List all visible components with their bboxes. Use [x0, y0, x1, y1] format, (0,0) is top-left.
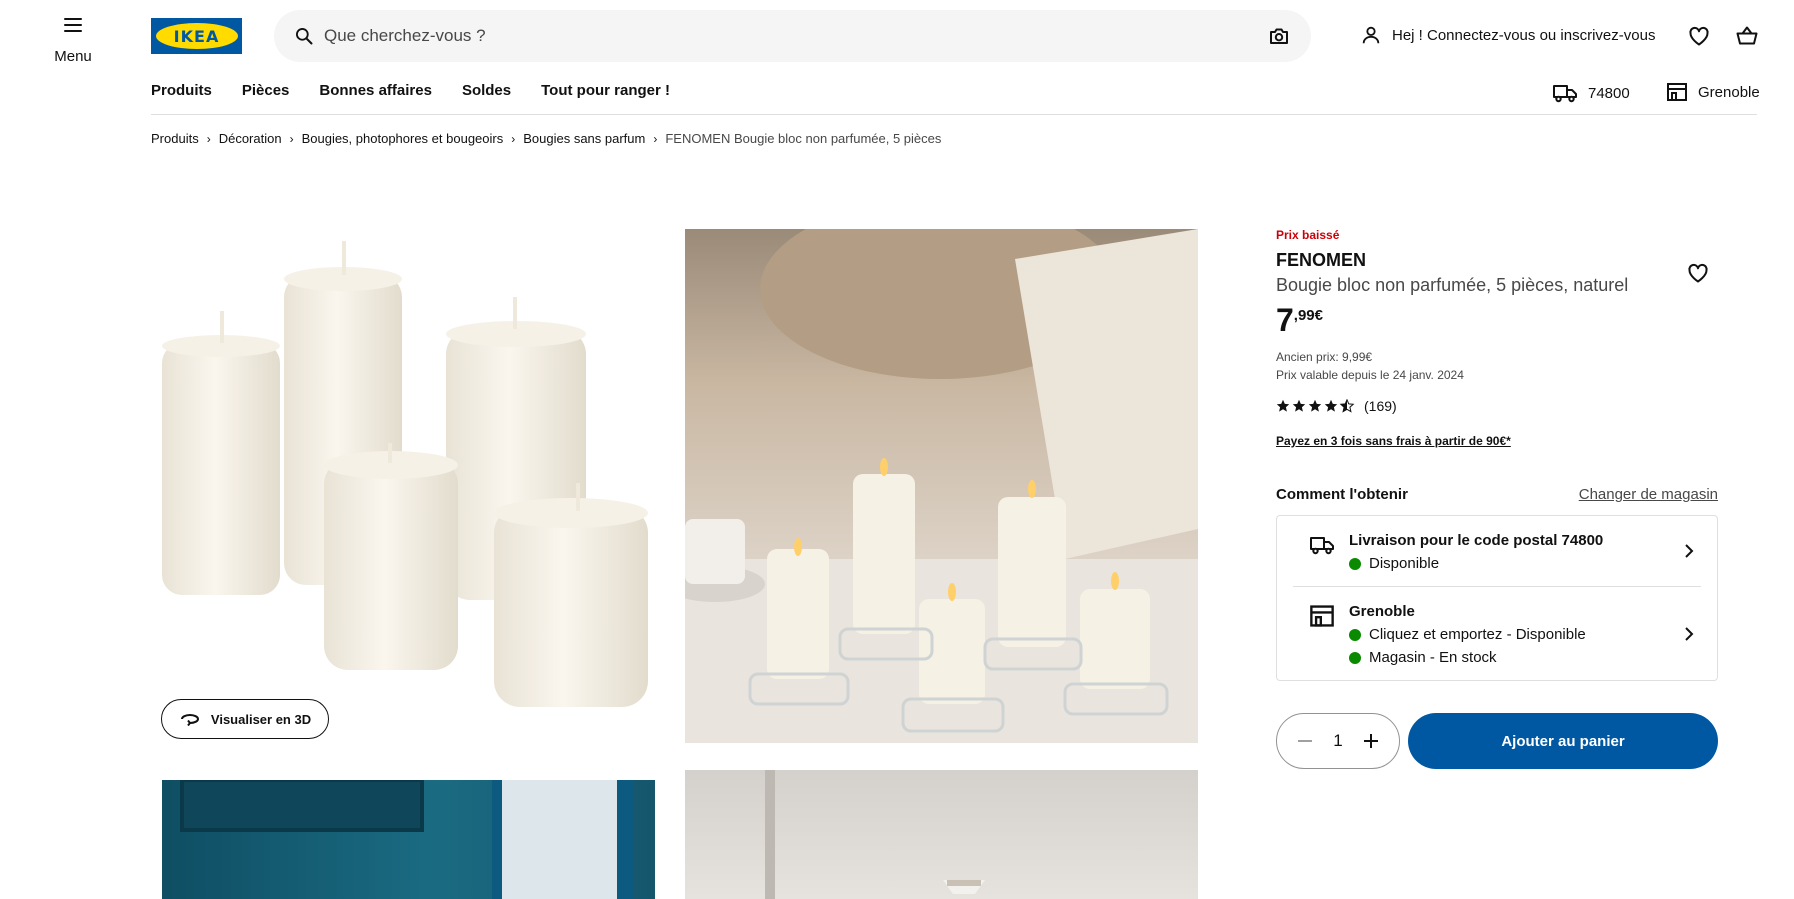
account-link[interactable]: Hej ! Connectez-vous ou inscrivez-vous	[1360, 24, 1655, 46]
price-badge: Prix baissé	[1276, 228, 1340, 242]
user-icon	[1362, 26, 1380, 44]
chevron-right-icon	[1685, 544, 1694, 558]
chevron-right-icon: ›	[289, 131, 294, 146]
price-integer: 7	[1276, 302, 1294, 338]
rating[interactable]: (169)	[1276, 398, 1718, 414]
chevron-right-icon: ›	[653, 131, 658, 146]
product-price: 7 ,99€	[1276, 304, 1718, 336]
search-bar	[274, 10, 1311, 62]
old-price: Ancien prix: 9,99€	[1276, 350, 1373, 364]
in-store-text: Magasin - En stock	[1369, 649, 1497, 666]
nav-item-soldes[interactable]: Soldes	[462, 82, 511, 99]
chevron-right-icon	[1685, 626, 1694, 641]
fulfillment-title: Comment l'obtenir	[1276, 486, 1408, 503]
search-input[interactable]	[324, 10, 1204, 62]
product-image-main[interactable]	[158, 225, 650, 725]
delivery-title: Livraison pour le code postal 74800	[1349, 532, 1604, 549]
hamburger-icon	[64, 18, 82, 32]
postcode-label: 74800	[1588, 84, 1630, 102]
account-label: Hej ! Connectez-vous ou inscrivez-vous	[1392, 26, 1656, 44]
status-dot	[1349, 557, 1361, 570]
heart-icon[interactable]	[1687, 24, 1711, 48]
delivery-status: Disponible	[1349, 555, 1701, 572]
minus-icon[interactable]	[1295, 731, 1315, 751]
click-collect-text: Cliquez et emportez - Disponible	[1369, 626, 1586, 643]
add-to-cart-button[interactable]: Ajouter au panier	[1408, 713, 1718, 769]
quantity-stepper: 1	[1276, 713, 1400, 769]
nav-divider	[151, 114, 1757, 115]
price-decimal: ,99€	[1293, 307, 1323, 324]
store-icon	[1667, 83, 1687, 101]
add-to-favorites-heart-icon[interactable]	[1686, 261, 1710, 285]
fulfillment-header: Comment l'obtenir Changer de magasin	[1276, 486, 1718, 503]
breadcrumb-item[interactable]: Bougies sans parfum	[523, 131, 645, 146]
nav-item-bonnes-affaires[interactable]: Bonnes affaires	[319, 82, 432, 99]
buy-row: 1 Ajouter au panier	[1276, 713, 1718, 769]
lantern-image	[765, 770, 985, 899]
price-history: Ancien prix: 9,99€ Prix valable depuis l…	[1276, 348, 1718, 384]
product-image-3[interactable]	[162, 780, 655, 899]
price-valid-since: Prix valable depuis le 24 janv. 2024	[1276, 368, 1464, 382]
breadcrumb-item[interactable]: Produits	[151, 131, 199, 146]
installment-payment-link[interactable]: Payez en 3 fois sans frais à partir de 9…	[1276, 434, 1511, 448]
store-icon	[1310, 605, 1334, 627]
store-option[interactable]: Grenoble Cliquez et emportez - Disponibl…	[1293, 586, 1701, 680]
status-dot	[1349, 651, 1361, 664]
product-name: FENOMEN	[1276, 250, 1366, 270]
status-dot	[1349, 628, 1361, 641]
breadcrumb-item[interactable]: Décoration	[219, 131, 282, 146]
delivery-postcode[interactable]: 74800	[1552, 82, 1630, 104]
click-collect-status: Cliquez et emportez - Disponible	[1349, 626, 1701, 643]
candles-image	[162, 241, 648, 707]
logo-text: IKEA	[173, 26, 220, 46]
product-info-panel: Prix baissé FENOMEN Bougie bloc non parf…	[1276, 228, 1718, 769]
product-image-lifestyle[interactable]	[685, 229, 1198, 743]
availability-box: Livraison pour le code postal 74800 Disp…	[1276, 515, 1718, 681]
truck-icon	[1310, 537, 1334, 555]
breadcrumb-current: FENOMEN Bougie bloc non parfumée, 5 pièc…	[665, 131, 942, 146]
delivery-option[interactable]: Livraison pour le code postal 74800 Disp…	[1293, 516, 1701, 586]
nav-item-produits[interactable]: Produits	[151, 82, 212, 99]
in-store-status: Magasin - En stock	[1349, 649, 1701, 666]
nav-item-pieces[interactable]: Pièces	[242, 82, 290, 99]
search-icon[interactable]	[294, 26, 314, 46]
star-rating-icon	[1276, 399, 1354, 413]
candles-scene-image	[685, 229, 1198, 743]
view-3d-label: Visualiser en 3D	[210, 711, 312, 727]
change-store-link[interactable]: Changer de magasin	[1579, 486, 1718, 503]
blue-room-image	[180, 780, 633, 899]
view-3d-button[interactable]: Visualiser en 3D	[161, 699, 329, 739]
camera-icon[interactable]	[1267, 24, 1291, 48]
chevron-right-icon: ›	[511, 131, 516, 146]
breadcrumb-item[interactable]: Bougies, photophores et bougeoirs	[302, 131, 504, 146]
product-description: Bougie bloc non parfumée, 5 pièces, natu…	[1276, 275, 1629, 295]
breadcrumb: Produits › Décoration › Bougies, photoph…	[151, 131, 941, 146]
product-image-4[interactable]	[685, 770, 1198, 899]
main-nav: Produits Pièces Bonnes affaires Soldes T…	[151, 82, 670, 99]
rating-count: (169)	[1364, 398, 1397, 414]
menu-label: Menu	[54, 48, 92, 65]
store-label: Grenoble	[1698, 83, 1760, 101]
store-title: Grenoble	[1349, 603, 1415, 620]
ikea-logo[interactable]: IKEA	[151, 18, 242, 54]
chevron-right-icon: ›	[206, 131, 211, 146]
menu-button[interactable]: Menu	[44, 12, 102, 65]
quantity-value[interactable]: 1	[1333, 731, 1342, 751]
rotate-3d-icon	[180, 713, 199, 726]
plus-icon[interactable]	[1361, 731, 1381, 751]
truck-icon	[1553, 85, 1577, 103]
delivery-status-text: Disponible	[1369, 555, 1440, 572]
nav-item-tout-pour-ranger[interactable]: Tout pour ranger !	[541, 82, 670, 99]
shopping-bag-icon[interactable]	[1735, 24, 1759, 48]
store-selector[interactable]: Grenoble	[1666, 82, 1760, 102]
